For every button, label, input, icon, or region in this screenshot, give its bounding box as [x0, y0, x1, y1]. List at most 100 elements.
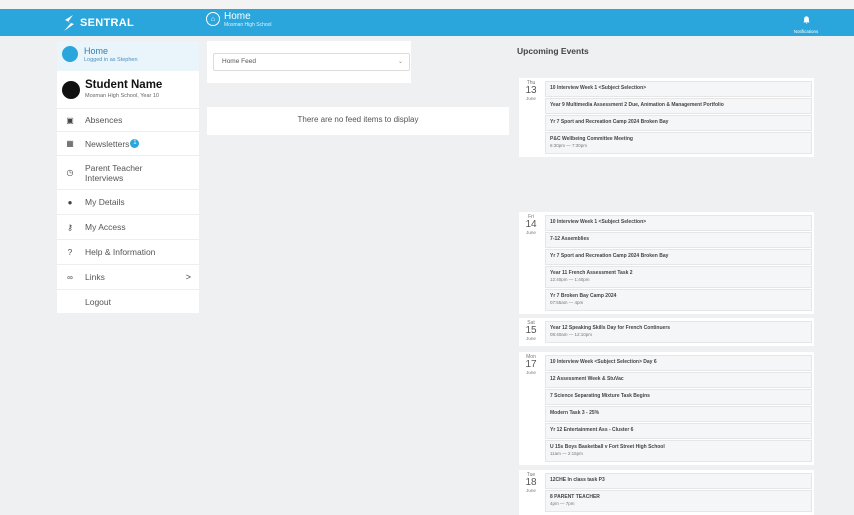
sidebar-item-parent-teacher-interviews[interactable]: ◷ Parent Teacher Interviews — [57, 155, 199, 189]
event-item[interactable]: 12CHE In class task P3 — [545, 473, 812, 489]
sidebar-home[interactable]: Home Logged in as Stephen — [57, 41, 199, 71]
notifications-button[interactable]: Notifications — [781, 11, 831, 34]
event-time: 08:40am — 12:10pm — [550, 332, 593, 337]
event-date-day: 15 — [525, 325, 537, 336]
event-date-day: 13 — [525, 85, 537, 96]
event-date-day: 14 — [525, 219, 537, 230]
event-time: 11am — 2:15pm — [550, 451, 583, 456]
event-name: 7-12 Assemblies — [550, 236, 590, 242]
event-day: Thu 13 June 10 Interview Week 1 <Subject Se… — [519, 78, 814, 157]
event-name: 10 Interview Week <Subject Selection> Da… — [550, 359, 657, 365]
clock-icon: ◷ — [66, 168, 74, 177]
sidebar-item-absences[interactable]: ▣ Absences — [57, 108, 199, 131]
brand-logo[interactable]: SENTRAL — [62, 9, 134, 36]
sidebar-item-links[interactable]: ∞ Links > — [57, 264, 199, 289]
event-item[interactable]: Yr 7 Sport and Recreation Camp 2024 Brok… — [545, 249, 812, 265]
sidebar-item-label: Parent Teacher Interviews — [85, 162, 143, 183]
sidebar-item-label: My Details — [85, 197, 125, 207]
event-name: 7 Science Separating Mixture Task Begins — [550, 393, 650, 399]
event-item[interactable]: 10 Interview Week 1 <Subject Selection> — [545, 81, 812, 97]
sidebar-item-label: Links — [85, 272, 105, 282]
bell-icon — [802, 16, 810, 24]
student-profile[interactable]: Student Name Mosman High School, Year 10 — [57, 75, 199, 107]
event-name: Yr 7 Broken Bay Camp 2024 — [550, 293, 617, 299]
feed-select-value: Home Feed — [222, 58, 256, 65]
event-name: 10 Interview Week 1 <Subject Selection> — [550, 85, 647, 91]
page-breadcrumb: ⌂ Home Mosman High School — [206, 11, 272, 29]
event-name: U 15s Boys Basketball v Fort Street High… — [550, 444, 665, 450]
event-name: 10 Interview Week 1 <Subject Selection> — [550, 219, 647, 225]
event-item[interactable]: 8 PARENT TEACHER 4pm — 7pm — [545, 490, 812, 512]
home-icon: ⌂ — [206, 12, 220, 26]
sidebar-item-my-details[interactable]: ● My Details — [57, 189, 199, 214]
page-title: Home — [224, 11, 251, 22]
avatar — [62, 81, 80, 99]
event-item[interactable]: P&C Wellbeing Committee Meeting 6:30pm — … — [545, 132, 812, 154]
sidebar-item-label: Newsletters — [85, 138, 130, 149]
event-date-day: 17 — [525, 359, 537, 370]
event-date-label: Tue 18 June — [519, 470, 543, 493]
brand-name: SENTRAL — [80, 16, 135, 29]
sidebar-item-my-access[interactable]: ⚷ My Access — [57, 214, 199, 239]
event-item[interactable]: Year 12 Speaking Skills Day for French C… — [545, 321, 812, 343]
student-school: Mosman High School, Year 10 — [85, 93, 159, 99]
event-date-day: 18 — [525, 477, 537, 488]
home-circle-icon — [62, 46, 78, 62]
chevron-right-icon: > — [185, 272, 191, 282]
event-item[interactable]: Year 9 Multimedia Assessment 2 Due, Anim… — [545, 98, 812, 114]
sidebar-item-help-information[interactable]: ? Help & Information — [57, 239, 199, 264]
event-item[interactable]: 12 Assessment Week & StuVac — [545, 372, 812, 388]
event-item[interactable]: Year 11 French Assessment Task 2 12:40pm … — [545, 266, 812, 288]
feed-empty-message: There are no feed items to display — [297, 115, 419, 124]
user-icon: ● — [67, 197, 73, 207]
sidebar-item-logout[interactable]: Logout — [57, 289, 199, 314]
calendar-icon: ▣ — [66, 115, 74, 125]
event-name: 8 PARENT TEACHER — [550, 494, 600, 500]
event-date-label: Sat 15 June — [519, 318, 543, 341]
event-date-label: Mon 17 June — [519, 352, 543, 375]
feed-select[interactable]: Home Feed ⌄ — [213, 53, 410, 71]
event-name: Yr 7 Sport and Recreation Camp 2024 Brok… — [550, 119, 669, 125]
event-item[interactable]: 7 Science Separating Mixture Task Begins — [545, 389, 812, 405]
sentral-logo-icon — [64, 14, 74, 31]
event-time: 4pm — 7pm — [550, 501, 575, 506]
student-name: Student Name — [85, 79, 163, 91]
sidebar-home-title: Home — [84, 46, 109, 56]
event-item[interactable]: 10 Interview Week <Subject Selection> Da… — [545, 355, 812, 371]
event-name: Year 9 Multimedia Assessment 2 Due, Anim… — [550, 102, 724, 108]
sidebar: Home Logged in as Stephen Student Name M… — [57, 41, 199, 313]
event-date-month: June — [526, 370, 536, 375]
event-time: 12:40pm — 1:40pm — [550, 277, 590, 282]
event-name: 12CHE In class task P3 — [550, 477, 605, 483]
top-navigation-bar: SENTRAL ⌂ Home Mosman High School Notifi… — [0, 9, 854, 36]
event-day: Tue 18 June 12CHE In class task P3 8 PARENT … — [519, 470, 814, 515]
event-item[interactable]: Yr 7 Broken Bay Camp 2024 07:55am — 4pm — [545, 289, 812, 311]
event-date-month: June — [526, 96, 536, 101]
event-item[interactable]: 10 Interview Week 1 <Subject Selection> — [545, 215, 812, 231]
sidebar-item-label: My Access — [85, 222, 126, 232]
feed-select-card: Home Feed ⌄ — [207, 41, 411, 83]
event-item[interactable]: Yr 12 Entertainment Ass - Cluster 6 — [545, 423, 812, 439]
event-item[interactable]: Modern Task 3 - 25% — [545, 406, 812, 422]
event-item[interactable]: Yr 7 Sport and Recreation Camp 2024 Brok… — [545, 115, 812, 131]
feed-empty-card: There are no feed items to display — [207, 107, 509, 135]
logged-in-label: Logged in as Stephen — [84, 57, 138, 63]
sidebar-item-label: Absences — [85, 115, 123, 125]
event-day: Fri 14 June 10 Interview Week 1 <Subject Se… — [519, 212, 814, 314]
event-item[interactable]: U 15s Boys Basketball v Fort Street High… — [545, 440, 812, 462]
event-name: P&C Wellbeing Committee Meeting — [550, 136, 633, 142]
event-date-month: June — [526, 336, 536, 341]
event-date-label: Fri 14 June — [519, 212, 543, 235]
event-day: Sat 15 June Year 12 Speaking Skills Day for… — [519, 318, 814, 346]
link-icon: ∞ — [67, 272, 73, 282]
event-time: 6:30pm — 7:30pm — [550, 143, 588, 148]
event-item[interactable]: 7-12 Assemblies — [545, 232, 812, 248]
key-icon: ⚷ — [67, 222, 73, 232]
event-name: 12 Assessment Week & StuVac — [550, 376, 624, 382]
notifications-label: Notifications — [793, 29, 819, 34]
event-name: Year 12 Speaking Skills Day for French C… — [550, 325, 671, 331]
event-date-label: Thu 13 June — [519, 78, 543, 101]
event-date-month: June — [526, 488, 536, 493]
event-name: Yr 7 Sport and Recreation Camp 2024 Brok… — [550, 253, 669, 259]
sidebar-item-newsletters[interactable]: ▦ Newsletters 1 — [57, 131, 199, 155]
